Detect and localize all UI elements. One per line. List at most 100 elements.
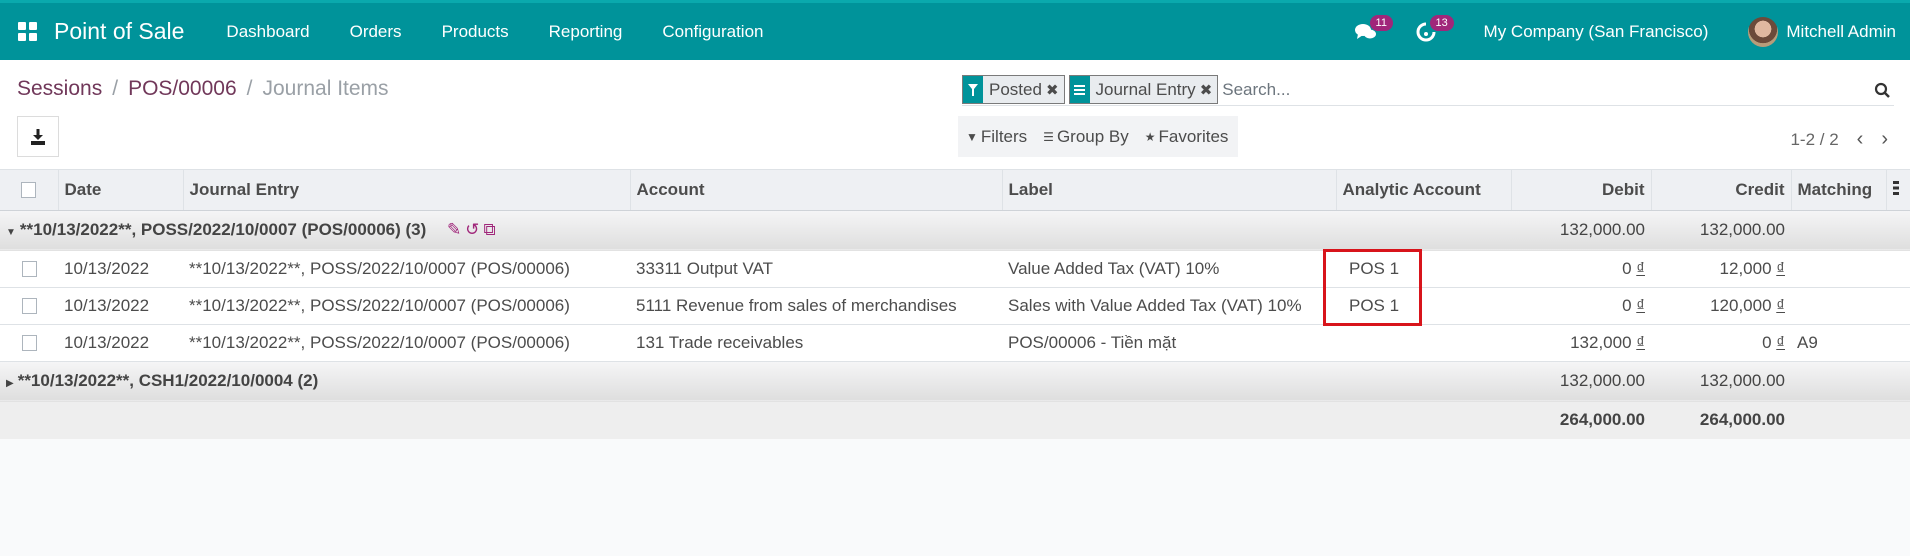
- app-menu-button[interactable]: [0, 3, 54, 60]
- col-date[interactable]: Date: [58, 170, 184, 211]
- cell-matching: [1791, 250, 1886, 288]
- currency-symbol: ₫: [1636, 258, 1645, 278]
- app-name[interactable]: Point of Sale: [54, 18, 206, 45]
- breadcrumb-sessions[interactable]: Sessions: [17, 77, 102, 101]
- totals-row: 264,000.00 264,000.00: [0, 401, 1910, 439]
- duplicate-icon[interactable]: ⧉: [484, 220, 500, 239]
- group-title-cell: ▼ **10/13/2022**, POSS/2022/10/0007 (POS/…: [0, 210, 1511, 251]
- group-row[interactable]: ▶ **10/13/2022**, CSH1/2022/10/0004 (2) 1…: [0, 361, 1910, 402]
- col-matching[interactable]: Matching: [1791, 170, 1887, 211]
- col-journal-entry[interactable]: Journal Entry: [183, 170, 631, 211]
- menu-configuration[interactable]: Configuration: [642, 22, 783, 42]
- row-checkbox[interactable]: [21, 261, 37, 278]
- pager: 1-2 / 2 ‹ ›: [1790, 128, 1888, 151]
- table-row[interactable]: 10/13/2022 **10/13/2022**, POSS/2022/10/…: [0, 287, 1910, 325]
- col-label[interactable]: Label: [1002, 170, 1337, 211]
- caret-right-icon: ▶: [6, 378, 14, 389]
- facet-journal-entry[interactable]: Journal Entry ✖: [1068, 75, 1219, 104]
- cell-analytic-account: [1336, 324, 1511, 362]
- group-by-icon: [1069, 76, 1090, 103]
- optional-columns-toggle[interactable]: [1886, 170, 1910, 211]
- breadcrumb: Sessions / POS/00006 / Journal Items: [17, 77, 389, 101]
- col-credit[interactable]: Credit: [1651, 170, 1792, 211]
- row-select-cell: [0, 324, 58, 362]
- download-icon: [31, 128, 45, 145]
- row-select-cell: [0, 250, 58, 288]
- edit-icon[interactable]: ✎: [447, 220, 465, 239]
- cell-matching: A9: [1791, 324, 1886, 362]
- user-menu[interactable]: Mitchell Admin: [1748, 16, 1910, 47]
- search-input[interactable]: [1222, 79, 1870, 100]
- cell-analytic-account: POS 1: [1336, 287, 1511, 325]
- credit-value: 12,000: [1719, 258, 1772, 278]
- favorites-dropdown[interactable]: ★ Favorites: [1145, 127, 1229, 147]
- group-row[interactable]: ▼ **10/13/2022**, POSS/2022/10/0007 (POS/…: [0, 210, 1910, 251]
- activities-button[interactable]: 13: [1396, 3, 1456, 60]
- filter-icon: ▼: [966, 129, 978, 144]
- group-by-dropdown[interactable]: ☰ Group By: [1043, 127, 1129, 147]
- cell-debit: 0 ₫: [1511, 250, 1651, 288]
- menu-dashboard[interactable]: Dashboard: [206, 22, 329, 42]
- group-credit: 132,000.00: [1651, 361, 1791, 402]
- activities-badge: 13: [1429, 15, 1454, 31]
- credit-value: 0: [1762, 332, 1772, 352]
- col-account[interactable]: Account: [630, 170, 1003, 211]
- cell-account: 5111 Revenue from sales of merchandises: [630, 287, 1002, 325]
- select-all-checkbox[interactable]: [21, 182, 37, 199]
- control-panel: Sessions / POS/00006 / Journal Items Pos…: [0, 60, 1910, 170]
- cell-account: 131 Trade receivables: [630, 324, 1002, 362]
- close-icon[interactable]: ✖: [1200, 76, 1218, 103]
- company-switcher[interactable]: My Company (San Francisco): [1456, 22, 1749, 42]
- table-header: Date Journal Entry Account Label Analyti…: [0, 170, 1910, 211]
- filters-label: Filters: [980, 126, 1028, 146]
- currency-symbol: ₫: [1636, 332, 1645, 352]
- cell-debit: 0 ₫: [1511, 287, 1651, 325]
- facet-posted[interactable]: Posted ✖: [962, 75, 1065, 104]
- table-row[interactable]: 10/13/2022 **10/13/2022**, POSS/2022/10/…: [0, 324, 1910, 362]
- cell-label: Sales with Value Added Tax (VAT) 10%: [1002, 287, 1336, 325]
- breadcrumb-separator: /: [246, 77, 253, 100]
- messages-badge: 11: [1369, 15, 1393, 31]
- filters-dropdown[interactable]: ▼ Filters: [966, 127, 1027, 147]
- favorites-label: Favorites: [1158, 126, 1229, 146]
- group-by-label: Group By: [1056, 126, 1129, 146]
- debit-value: 0: [1622, 295, 1632, 315]
- breadcrumb-current: Journal Items: [262, 77, 389, 100]
- row-checkbox[interactable]: [21, 298, 37, 315]
- chevron-left-icon[interactable]: ‹: [1857, 128, 1864, 151]
- avatar: [1748, 16, 1779, 47]
- facet-label: Posted: [989, 79, 1042, 99]
- col-debit[interactable]: Debit: [1511, 170, 1652, 211]
- group-credit: 132,000.00: [1651, 210, 1791, 251]
- caret-down-icon: ▼: [6, 227, 16, 238]
- close-icon[interactable]: ✖: [1046, 76, 1064, 103]
- cell-credit: 0 ₫: [1651, 324, 1791, 362]
- cell-account: 33311 Output VAT: [630, 250, 1002, 288]
- journal-items-table: Date Journal Entry Account Label Analyti…: [0, 170, 1910, 439]
- group-title: **10/13/2022**, POSS/2022/10/0007 (POS/0…: [19, 220, 427, 239]
- group-title-cell: ▶ **10/13/2022**, CSH1/2022/10/0004 (2): [0, 361, 1511, 402]
- breadcrumb-separator: /: [112, 77, 119, 100]
- col-analytic-account[interactable]: Analytic Account: [1336, 170, 1512, 211]
- export-button[interactable]: [17, 116, 59, 157]
- cell-date: 10/13/2022: [58, 324, 183, 362]
- menu-products[interactable]: Products: [422, 22, 529, 42]
- cell-date: 10/13/2022: [58, 287, 183, 325]
- cell-credit: 120,000 ₫: [1651, 287, 1791, 325]
- row-checkbox[interactable]: [21, 335, 37, 352]
- group-title: **10/13/2022**, CSH1/2022/10/0004 (2): [17, 371, 319, 390]
- chevron-right-icon[interactable]: ›: [1881, 128, 1888, 151]
- menu-orders[interactable]: Orders: [330, 22, 422, 42]
- cell-matching: [1791, 287, 1886, 325]
- total-credit: 264,000.00: [1651, 401, 1791, 439]
- top-navbar: Point of Sale Dashboard Orders Products …: [0, 0, 1910, 60]
- messages-button[interactable]: 11: [1336, 3, 1396, 60]
- pager-value[interactable]: 1-2 / 2: [1790, 130, 1838, 150]
- search-icon[interactable]: [1870, 78, 1894, 102]
- table-row[interactable]: 10/13/2022 **10/13/2022**, POSS/2022/10/…: [0, 250, 1910, 288]
- menu-reporting[interactable]: Reporting: [529, 22, 643, 42]
- breadcrumb-session[interactable]: POS/00006: [128, 77, 237, 101]
- cell-credit: 12,000 ₫: [1651, 250, 1791, 288]
- cell-date: 10/13/2022: [58, 250, 183, 288]
- undo-icon[interactable]: ↺: [465, 220, 483, 239]
